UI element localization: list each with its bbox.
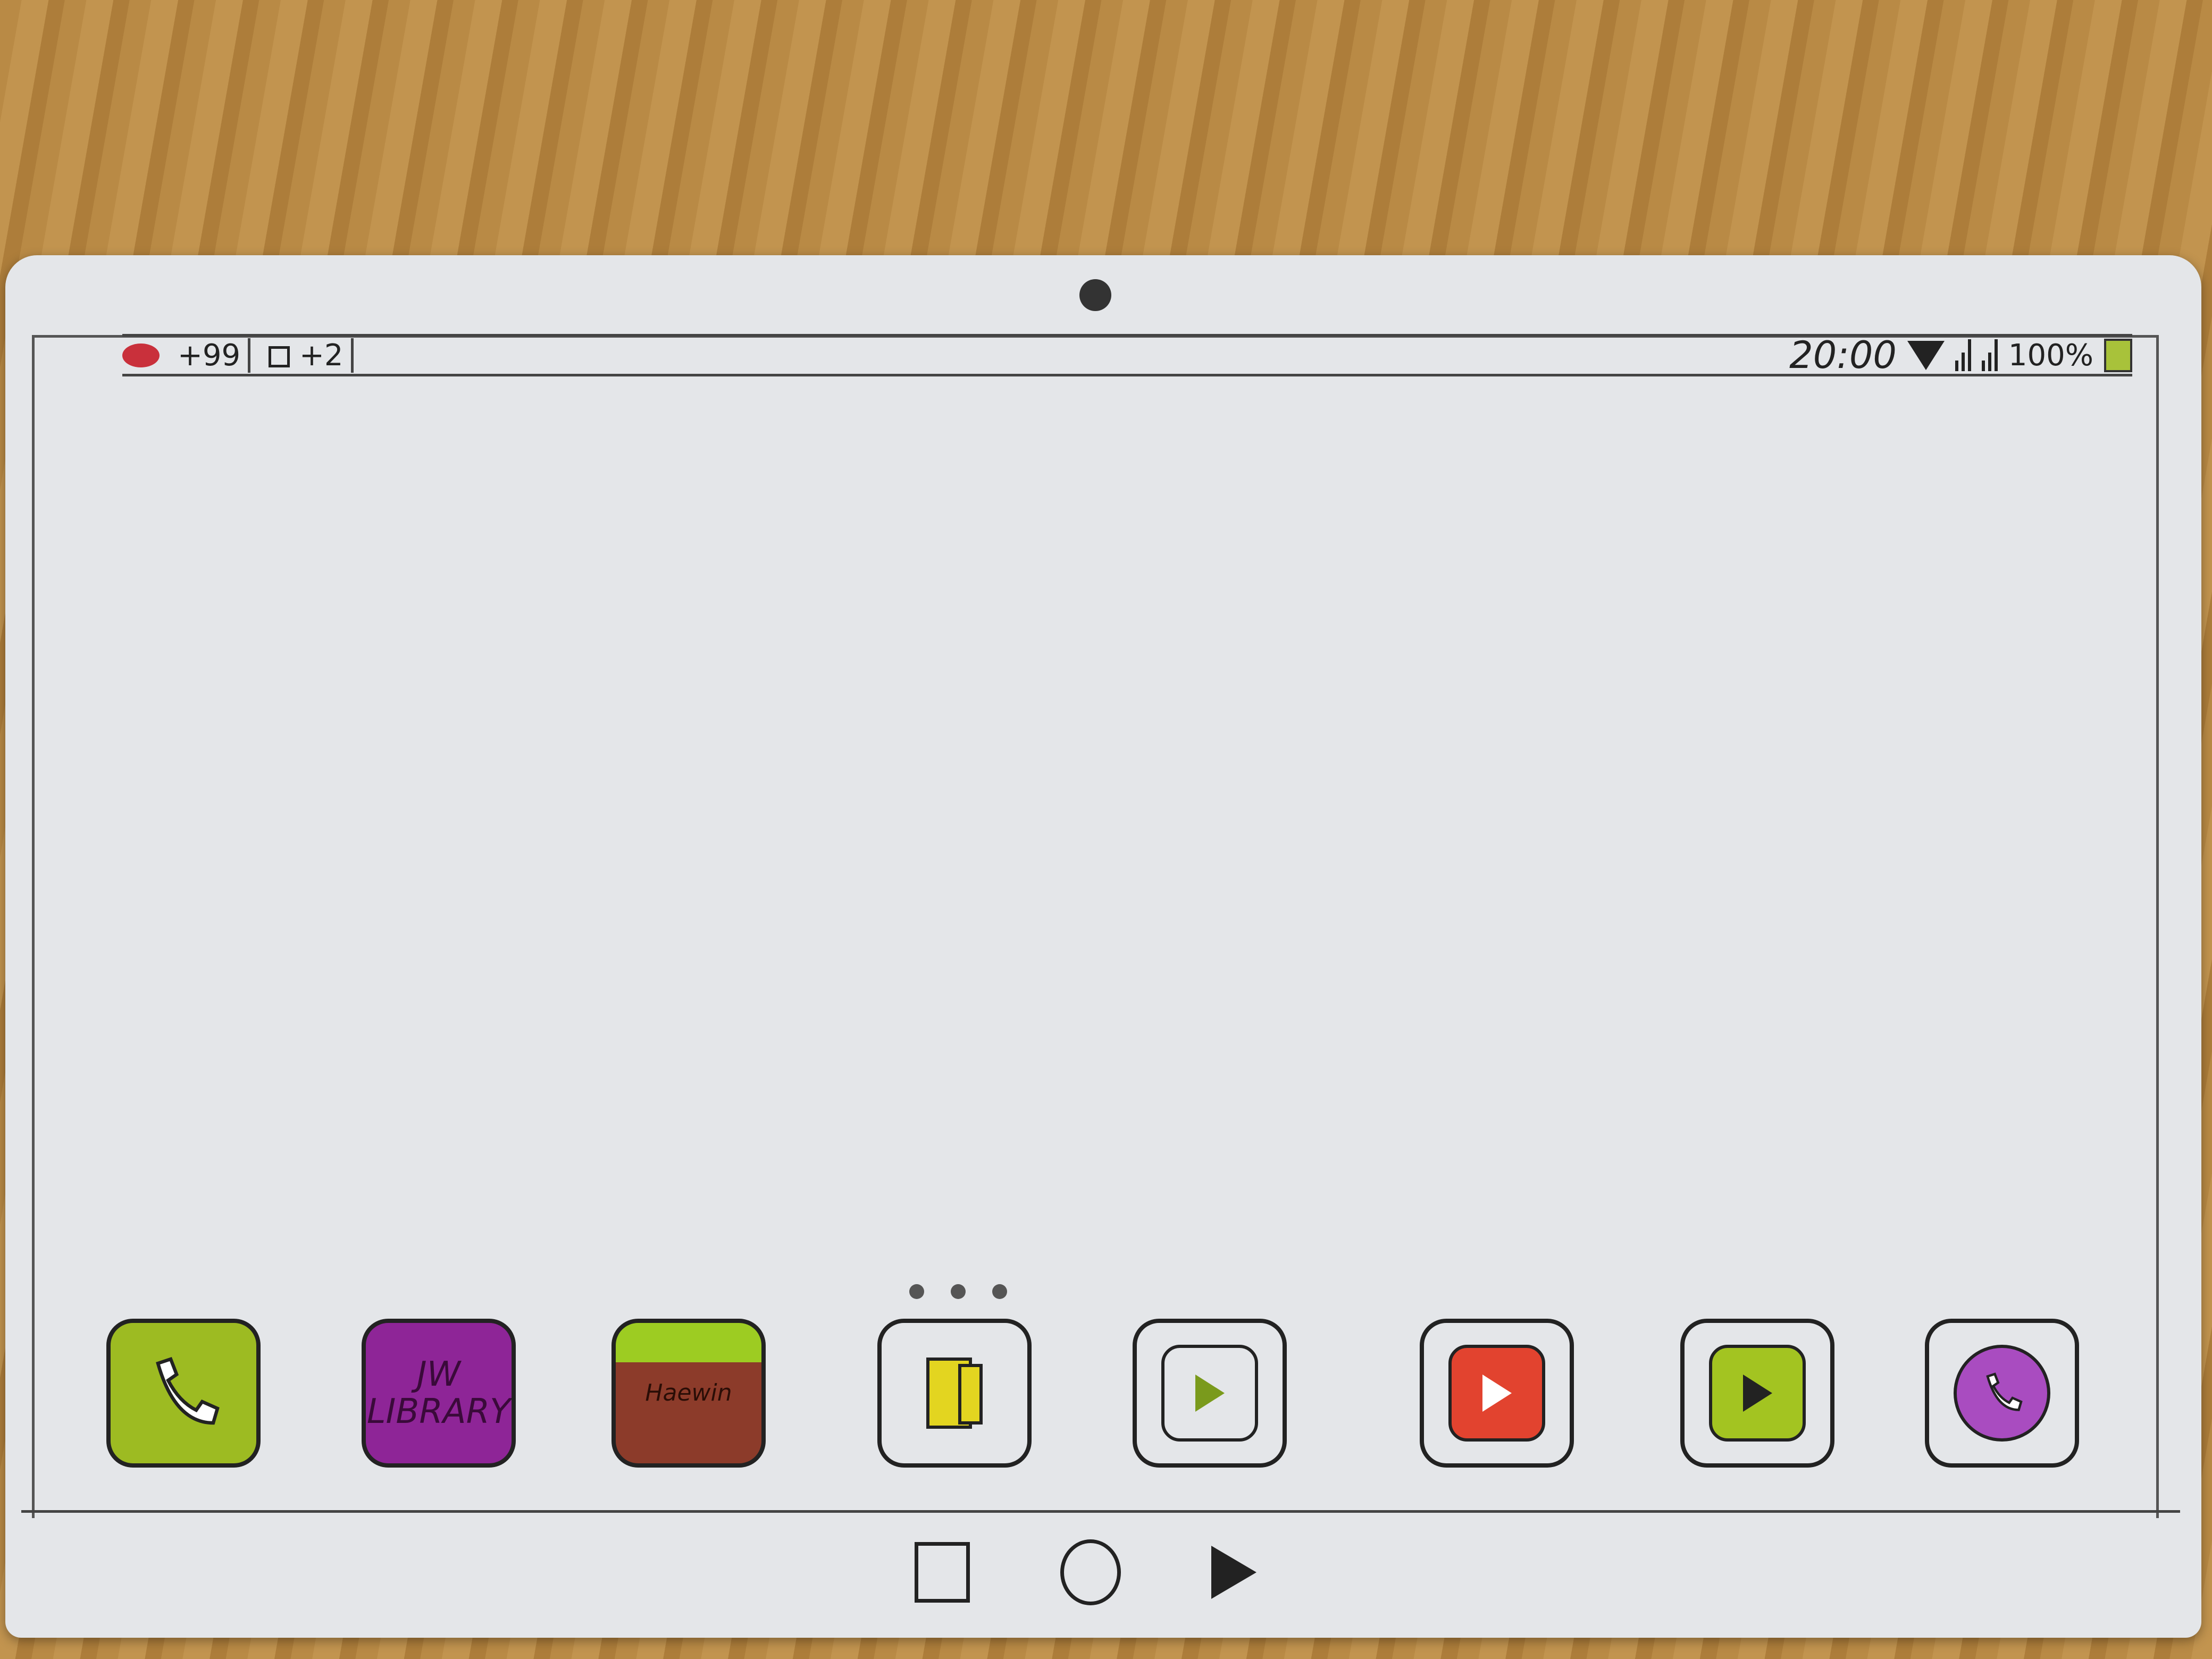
recents-button[interactable] [915, 1542, 970, 1603]
message-notification[interactable]: +2 [261, 338, 354, 373]
app-jw-library[interactable]: JW LIBRARY [362, 1319, 516, 1468]
phone-bubble-icon [1954, 1345, 2050, 1442]
notification-count: +99 [170, 338, 251, 373]
battery-icon [2104, 338, 2132, 372]
clock: 20:00 [1789, 333, 1897, 377]
phone-icon [156, 1357, 220, 1425]
page-dot [909, 1284, 924, 1299]
message-count: +2 [299, 338, 343, 373]
page-indicator[interactable] [909, 1284, 1007, 1299]
notification-icon[interactable] [122, 343, 160, 367]
camera-icon [1079, 279, 1111, 311]
shopping-bag-play-icon [1161, 1345, 1258, 1442]
play-icon [1709, 1345, 1806, 1442]
home-button[interactable] [1060, 1539, 1121, 1605]
app-dock: JW LIBRARY Haewin [90, 1319, 2111, 1494]
status-bar: +99 +2 20:00 100% [122, 333, 2132, 377]
signal-icon [1955, 339, 1971, 371]
app-play-store[interactable] [1133, 1319, 1287, 1468]
page-dot [992, 1284, 1007, 1299]
back-button[interactable] [1211, 1546, 1256, 1599]
app-video-player[interactable] [1680, 1319, 1834, 1468]
wifi-icon [1907, 340, 1945, 370]
app-files[interactable] [877, 1319, 1032, 1468]
divider [21, 1510, 2180, 1513]
app-label: JW LIBRARY [366, 1354, 511, 1431]
signal-icon-2 [1981, 339, 1998, 371]
message-icon [269, 346, 290, 368]
app-label: Haewin [645, 1379, 732, 1406]
play-icon [1448, 1345, 1545, 1442]
app-phone[interactable] [106, 1319, 261, 1468]
battery-percent: 100% [2008, 338, 2093, 373]
navigation-bar [915, 1539, 1256, 1605]
app-game[interactable]: Haewin [611, 1319, 766, 1468]
folder-icon [926, 1358, 983, 1429]
app-youtube[interactable] [1420, 1319, 1574, 1468]
app-viber[interactable] [1925, 1319, 2079, 1468]
page-dot [951, 1284, 966, 1299]
